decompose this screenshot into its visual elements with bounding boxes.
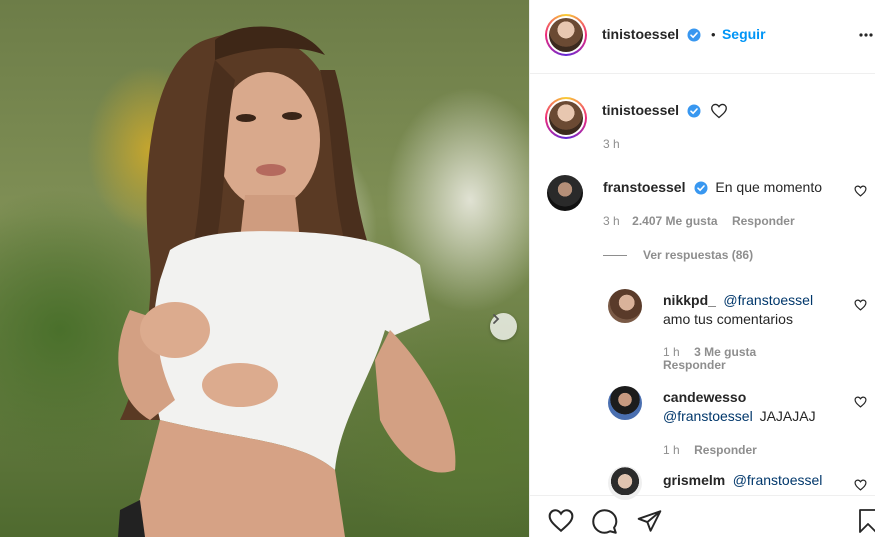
caption-time[interactable]: 3 h	[603, 137, 620, 151]
caption-line: tinistoessel	[602, 102, 728, 120]
instagram-post-view: tinistoessel • Seguir tinistoessel 3 h f…	[0, 0, 875, 537]
chevron-right-icon	[493, 314, 500, 324]
heart-outline-icon	[711, 103, 727, 119]
post-photo[interactable]	[0, 0, 529, 537]
reply-avatar[interactable]	[608, 289, 642, 323]
comment-meta: 3 h 2.407 Me gusta Responder	[603, 212, 795, 230]
verified-badge-icon	[687, 28, 701, 42]
author-avatar[interactable]	[545, 14, 587, 56]
comment-likes[interactable]: 2.407 Me gusta	[632, 214, 717, 228]
caption-username[interactable]: tinistoessel	[602, 102, 679, 118]
like-reply-heart-icon[interactable]	[854, 299, 867, 311]
reply-meta: 1 h Responder	[663, 441, 757, 459]
reply-line: candewesso	[663, 389, 746, 407]
post-sidebar: tinistoessel • Seguir tinistoessel 3 h f…	[529, 0, 875, 537]
view-replies-label: Ver respuestas (86)	[643, 248, 754, 262]
reply-username[interactable]: candewesso	[663, 389, 746, 405]
save-bookmark-icon[interactable]	[858, 508, 875, 534]
comment-bubble-icon[interactable]	[591, 508, 618, 535]
reply-time[interactable]: 1 h	[663, 443, 680, 457]
reply-time[interactable]: 1 h	[663, 345, 680, 359]
verified-badge-icon	[687, 104, 701, 118]
photo-illustration	[118, 26, 456, 537]
comment-username[interactable]: franstoessel	[603, 179, 685, 195]
reply-mention[interactable]: @franstoessel	[733, 472, 823, 488]
follow-button[interactable]: Seguir	[722, 26, 766, 42]
like-heart-icon[interactable]	[547, 508, 575, 533]
separator-dot: •	[710, 27, 716, 42]
verified-badge-icon	[694, 181, 708, 195]
like-reply-heart-icon[interactable]	[854, 479, 867, 491]
header-username[interactable]: tinistoessel	[602, 26, 679, 42]
reply-body: @franstoessel JAJAJAJ	[663, 408, 816, 424]
reply-text: JAJAJAJ	[759, 408, 816, 424]
next-photo-button[interactable]	[490, 313, 517, 340]
reply-mention[interactable]: @franstoessel	[663, 408, 753, 424]
reply-reply-button[interactable]: Responder	[694, 443, 757, 457]
header-user-line: tinistoessel • Seguir	[602, 26, 766, 44]
caption-avatar[interactable]	[545, 97, 587, 139]
comment-avatar[interactable]	[547, 175, 583, 211]
reply-avatar[interactable]	[608, 386, 642, 420]
comment-line: franstoessel En que momento	[603, 179, 822, 197]
view-replies-toggle[interactable]: Ver respuestas (86)	[603, 248, 753, 262]
reply-mention[interactable]: @franstoessel	[723, 292, 813, 308]
like-comment-heart-icon[interactable]	[854, 185, 867, 197]
post-header: tinistoessel • Seguir	[530, 0, 875, 74]
reply-username[interactable]: grismelm	[663, 472, 725, 488]
comment-time[interactable]: 3 h	[603, 214, 620, 228]
replies-divider-line	[603, 254, 627, 256]
reply-reply-button[interactable]: Responder	[663, 358, 726, 372]
share-paper-plane-icon[interactable]	[636, 508, 663, 534]
comment-text: En que momento	[715, 179, 823, 195]
reply-line: nikkpd_ @franstoessel	[663, 292, 813, 310]
more-dots-icon[interactable]	[859, 32, 873, 38]
comment-reply-button[interactable]: Responder	[732, 214, 795, 228]
reply-username[interactable]: nikkpd_	[663, 292, 716, 308]
post-actions-bar	[530, 495, 875, 537]
reply-likes[interactable]: 3 Me gusta	[694, 345, 756, 359]
reply-line: grismelm @franstoessel	[663, 472, 822, 490]
like-reply-heart-icon[interactable]	[854, 396, 867, 408]
reply-text: amo tus comentarios	[663, 311, 793, 327]
